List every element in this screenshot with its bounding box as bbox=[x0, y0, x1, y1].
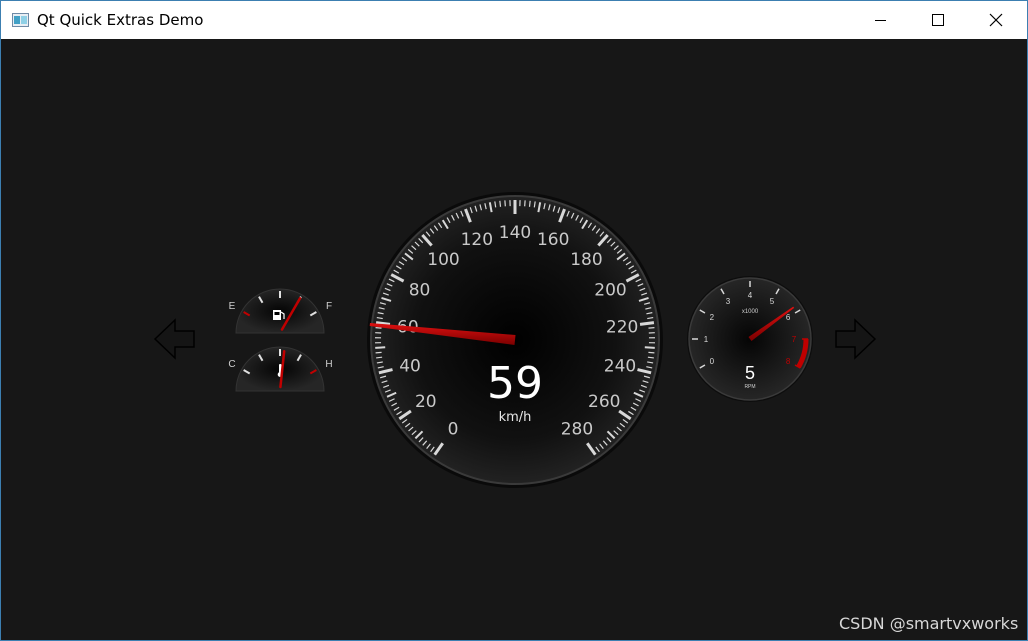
tachometer-tick-label: 7 bbox=[792, 335, 797, 344]
close-icon bbox=[989, 13, 1003, 27]
tachometer-tick-label: 0 bbox=[710, 357, 715, 366]
speedometer-tick bbox=[528, 200, 531, 207]
tachometer-tick-label: 6 bbox=[786, 313, 791, 322]
speedometer-tick bbox=[647, 356, 654, 359]
dashboard-area: E F C H 0 20 40 80 100 120 140 160 180 2… bbox=[1, 39, 1027, 640]
left-arrow-icon bbox=[153, 318, 195, 360]
speedometer-tick-label: 180 bbox=[570, 250, 602, 270]
fuel-min-label: E bbox=[229, 301, 236, 312]
speedometer-tick-label: 20 bbox=[415, 392, 437, 412]
speedometer-tick-label: 200 bbox=[594, 281, 626, 301]
speedometer-tick-label: 140 bbox=[499, 223, 531, 243]
maximize-button[interactable] bbox=[909, 1, 967, 39]
tachometer-tick-label: 8 bbox=[786, 357, 791, 366]
speedometer-tick-label: 80 bbox=[409, 281, 431, 301]
window-title: Qt Quick Extras Demo bbox=[37, 11, 204, 29]
tachometer-tick-label: 2 bbox=[710, 313, 715, 322]
speedometer-tick-label: 160 bbox=[537, 230, 569, 250]
right-turn-indicator bbox=[835, 318, 877, 360]
speedometer-tick bbox=[648, 351, 655, 354]
speedometer-tick-label: 240 bbox=[604, 356, 636, 376]
speedometer-tick bbox=[639, 321, 655, 326]
speedometer-tick-label: 0 bbox=[448, 419, 459, 439]
rpm-unit: RPM bbox=[744, 384, 755, 390]
fuel-max-label: F bbox=[326, 301, 332, 312]
speedometer-tick-label: 120 bbox=[461, 230, 493, 250]
rpm-value: 5 bbox=[745, 363, 755, 383]
speedometer-tick bbox=[375, 327, 382, 329]
speedometer-tick-label: 100 bbox=[427, 250, 459, 270]
speedometer-tick-label: 280 bbox=[561, 419, 593, 439]
maximize-icon bbox=[932, 14, 944, 26]
speedometer-tick bbox=[533, 201, 536, 208]
minimize-button[interactable] bbox=[851, 1, 909, 39]
speedometer-tick bbox=[375, 346, 386, 349]
speedometer-tick bbox=[375, 351, 382, 354]
title-bar[interactable]: Qt Quick Extras Demo bbox=[1, 1, 1027, 39]
speed-value: 59 bbox=[487, 358, 543, 409]
speedometer-tick bbox=[494, 201, 497, 208]
close-button[interactable] bbox=[967, 1, 1025, 39]
speedometer-tick bbox=[376, 356, 383, 359]
speedometer-tick-label: 220 bbox=[606, 318, 638, 338]
temperature-gauge: C H bbox=[228, 346, 333, 392]
minimize-icon bbox=[875, 20, 886, 21]
temperature-max-label: H bbox=[325, 359, 332, 370]
speedometer-tick bbox=[644, 346, 655, 349]
right-arrow-icon bbox=[835, 318, 877, 360]
speedometer-tick-label: 40 bbox=[399, 356, 421, 376]
left-turn-indicator bbox=[153, 318, 195, 360]
app-icon bbox=[12, 13, 29, 27]
tachometer-multiplier: x1000 bbox=[742, 309, 759, 315]
speedometer-tick bbox=[499, 200, 502, 207]
dashboard-canvas: E F C H 0204080100120 140 16018020022024… bbox=[153, 192, 877, 488]
temperature-min-label: C bbox=[228, 359, 235, 370]
watermark: CSDN @smartvxworks bbox=[839, 614, 1019, 633]
tachometer-tick-label: 5 bbox=[770, 297, 775, 306]
speedometer-tick-label: 260 bbox=[588, 392, 620, 412]
tachometer-tick-label: 3 bbox=[726, 297, 731, 306]
speed-unit: km/h bbox=[499, 410, 532, 425]
speedometer: 020406080100120140160180200220240260280 … bbox=[367, 192, 663, 488]
tachometer-tick-label: 1 bbox=[704, 335, 709, 344]
tachometer: 0 1 2 3 4 5 6 7 8 x1000 5 RPM bbox=[687, 276, 813, 402]
tachometer-tick-label: 4 bbox=[748, 291, 753, 300]
app-window: Qt Quick Extras Demo E F C H 0 20 40 80 … bbox=[0, 0, 1028, 641]
speedometer-tick bbox=[648, 327, 655, 329]
fuel-gauge: E F bbox=[229, 288, 332, 334]
